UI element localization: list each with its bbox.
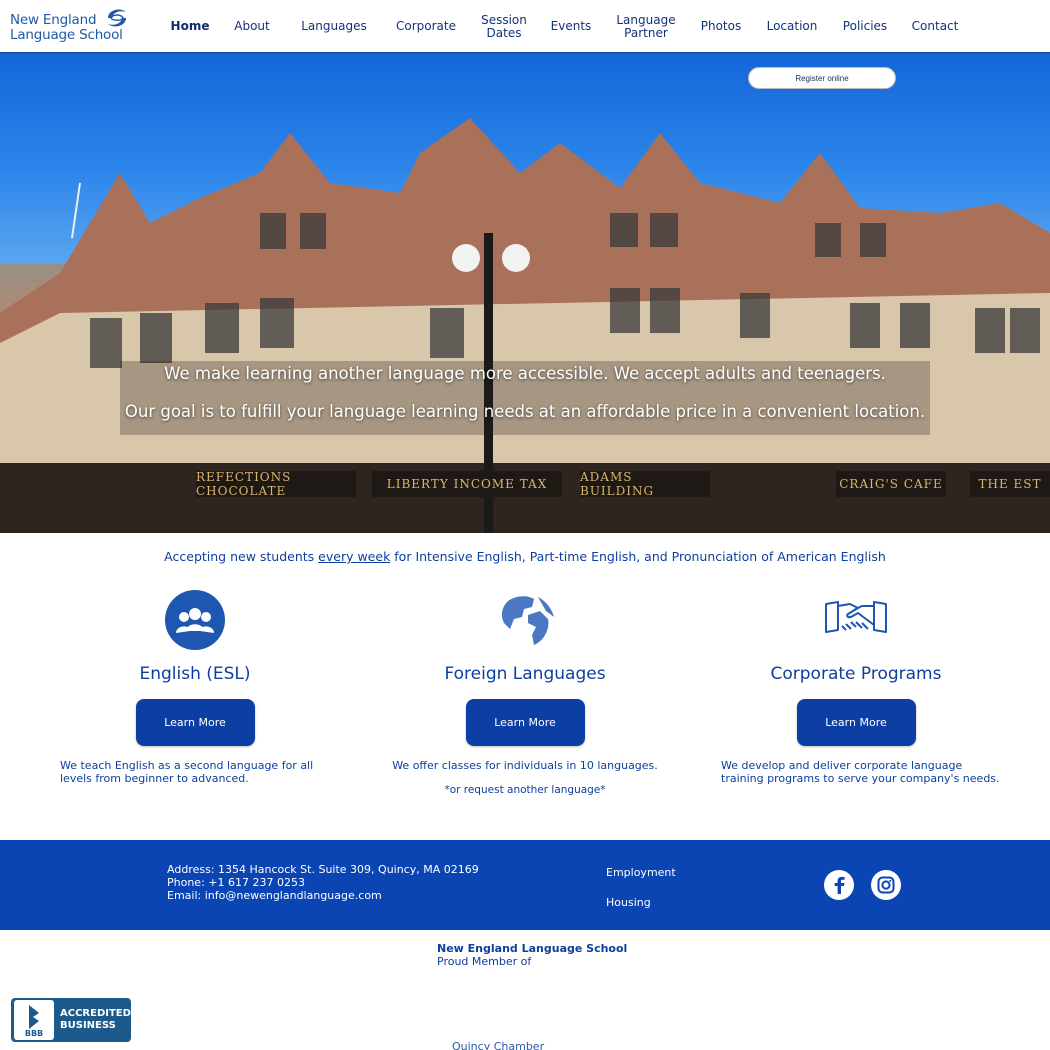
hero-goal: Our goal is to fulfill your language lea… [124, 402, 926, 421]
nav-corporate[interactable]: Corporate [392, 0, 460, 53]
nav-contact[interactable]: Contact [906, 0, 964, 53]
nav-policies[interactable]: Policies [838, 0, 892, 53]
nav-photos[interactable]: Photos [696, 0, 746, 53]
hero-building-image [0, 118, 1050, 533]
program-title-foreign-languages: Foreign Languages [444, 664, 606, 684]
contact-phone[interactable]: Phone: +1 617 237 0253 [167, 876, 479, 889]
contact-info: Address: 1354 Hancock St. Suite 309, Qui… [167, 863, 479, 902]
program-esl: English (ESL) Learn More We teach Englis… [30, 585, 360, 785]
bbb-accredited-badge[interactable]: BBB ACCREDITED BUSINESS [11, 998, 131, 1042]
hero-banner: REFECTIONS CHOCOLATE LIBERTY INCOME TAX … [0, 53, 1050, 533]
contact-footer: Address: 1354 Hancock St. Suite 309, Qui… [0, 840, 1050, 930]
nav-session-dates[interactable]: Session Dates [476, 0, 532, 53]
storefront-sign-2: LIBERTY INCOME TAX [372, 471, 562, 497]
nav-language-partner[interactable]: Language Partner [612, 0, 680, 53]
contact-email[interactable]: Email: info@newenglandlanguage.com [167, 889, 479, 902]
hero-tagline: We make learning another language more a… [164, 364, 886, 383]
storefront-sign-4: CRAIG'S CAFE [836, 471, 946, 497]
instagram-icon[interactable] [871, 870, 901, 900]
program-desc-foreign-languages: We offer classes for individuals in 10 l… [392, 759, 658, 772]
top-navigation: New England Language School Home About L… [0, 0, 1050, 53]
program-title-esl: English (ESL) [139, 664, 251, 684]
storefront-sign-1: REFECTIONS CHOCOLATE [196, 470, 356, 498]
membership-caption: Proud Member of [437, 955, 532, 968]
bbb-line-1: ACCREDITED [60, 1008, 131, 1019]
learn-more-esl-button[interactable]: Learn More [135, 699, 255, 746]
contact-address: Address: 1354 Hancock St. Suite 309, Qui… [167, 863, 479, 876]
bbb-line-2: BUSINESS [60, 1020, 116, 1031]
footer-link-housing[interactable]: Housing [606, 896, 651, 909]
facebook-icon[interactable] [824, 870, 854, 900]
announcement-prefix: Accepting new students [164, 549, 319, 564]
logo-line-2: Language School [10, 27, 123, 43]
swirl-logo-icon [108, 9, 126, 27]
school-logo[interactable]: New England Language School [10, 6, 135, 46]
program-desc-esl: We teach English as a second language fo… [60, 759, 314, 785]
announcement-emphasis[interactable]: every week [318, 549, 390, 564]
nav-languages[interactable]: Languages [298, 0, 370, 53]
group-icon [165, 590, 225, 650]
enrollment-announcement: Accepting new students every week for In… [0, 549, 1050, 564]
bbb-torch-icon: BBB [14, 1000, 54, 1040]
handshake-icon [825, 601, 887, 633]
nav-location[interactable]: Location [762, 0, 822, 53]
program-note-foreign-languages: *or request another language* [444, 784, 606, 796]
membership-statement: New England Language School Proud Member… [437, 942, 627, 968]
footer-link-employment[interactable]: Employment [606, 866, 676, 879]
nav-about[interactable]: About [228, 0, 276, 53]
storefront-sign-3: ADAMS BUILDING [580, 470, 710, 498]
learn-more-foreign-languages-button[interactable]: Learn More [465, 699, 585, 746]
storefront-sign-5: THE EST [970, 471, 1050, 497]
quincy-chamber-logo[interactable]: Quincy Chamber [452, 1040, 582, 1050]
announcement-suffix: for Intensive English, Part-time English… [390, 549, 886, 564]
program-title-corporate: Corporate Programs [770, 664, 942, 684]
globe-icon [496, 591, 554, 649]
learn-more-corporate-button[interactable]: Learn More [796, 699, 916, 746]
quincy-chamber-text: Quincy Chamber [452, 1040, 545, 1050]
bbb-mark-text: BBB [25, 1029, 43, 1037]
program-foreign-languages: Foreign Languages Learn More We offer cl… [360, 585, 690, 796]
nav-home[interactable]: Home [166, 0, 214, 53]
program-desc-corporate: We develop and deliver corporate languag… [721, 759, 1000, 785]
nav-events[interactable]: Events [546, 0, 596, 53]
membership-school-name: New England Language School [437, 942, 628, 955]
program-corporate: Corporate Programs Learn More We develop… [691, 585, 1021, 785]
register-online-button[interactable]: Register online [748, 67, 896, 89]
